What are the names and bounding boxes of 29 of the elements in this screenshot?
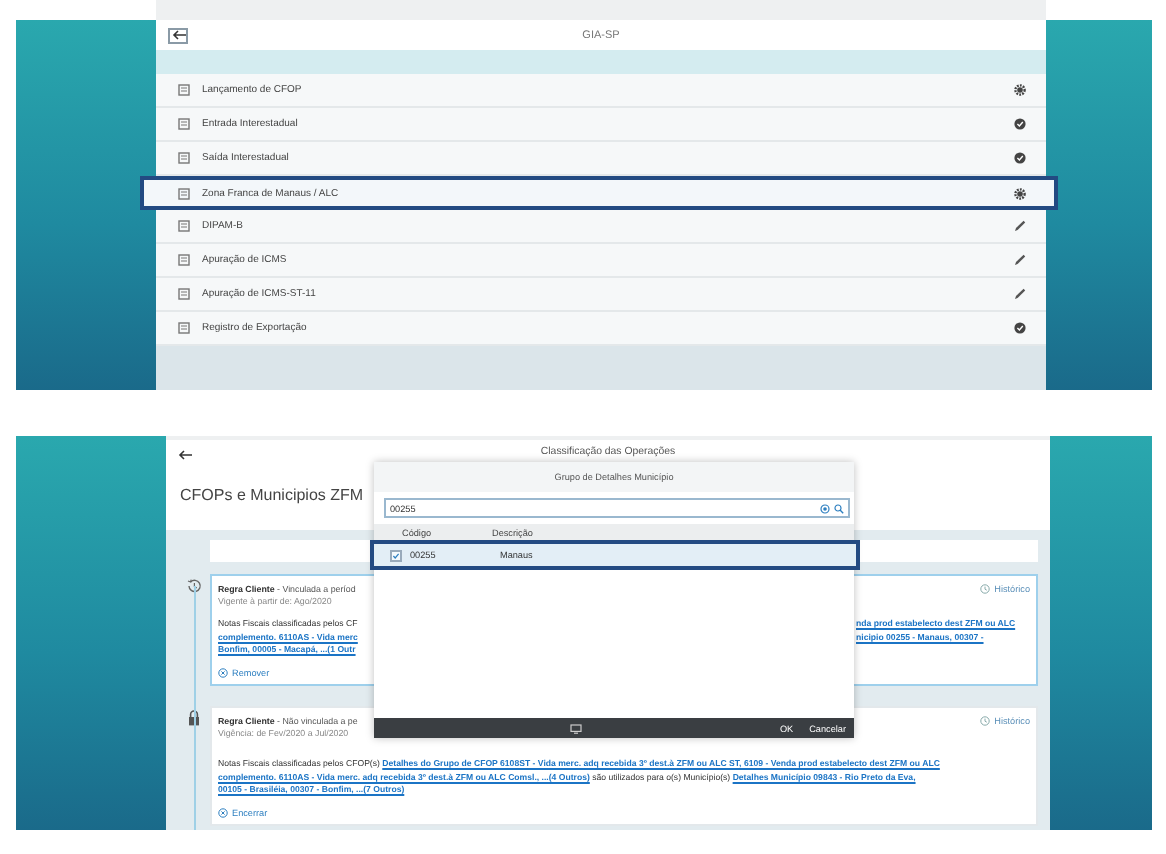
document-icon: [178, 118, 190, 130]
checkbox[interactable]: [390, 549, 402, 561]
settings-icon[interactable]: [1014, 187, 1026, 199]
screen-icon[interactable]: [570, 723, 582, 733]
check-icon[interactable]: [1014, 152, 1026, 164]
settings-icon[interactable]: [1014, 84, 1026, 96]
clear-icon[interactable]: [820, 503, 830, 513]
clock-icon: [980, 716, 991, 726]
lock-icon: [187, 710, 199, 726]
section-heading: CFOPs e Municipios ZFM: [180, 486, 364, 504]
document-icon: [178, 322, 190, 334]
search-icon[interactable]: [834, 503, 844, 513]
back-button[interactable]: [168, 27, 188, 43]
pencil-icon[interactable]: [1014, 288, 1026, 300]
check-icon[interactable]: [1014, 118, 1026, 130]
document-icon: [178, 152, 190, 164]
close-icon: [218, 668, 228, 678]
close-icon: [218, 808, 228, 818]
document-icon: [178, 220, 190, 232]
document-icon: [178, 254, 190, 266]
document-icon: [178, 187, 190, 199]
history-icon: [185, 578, 201, 594]
pencil-icon[interactable]: [1014, 220, 1026, 232]
clock-icon: [980, 584, 991, 594]
check-icon[interactable]: [1014, 322, 1026, 334]
document-icon: [178, 288, 190, 300]
pencil-icon[interactable]: [1014, 254, 1026, 266]
back-arrow-icon[interactable]: [178, 449, 192, 459]
document-icon: [178, 84, 190, 96]
